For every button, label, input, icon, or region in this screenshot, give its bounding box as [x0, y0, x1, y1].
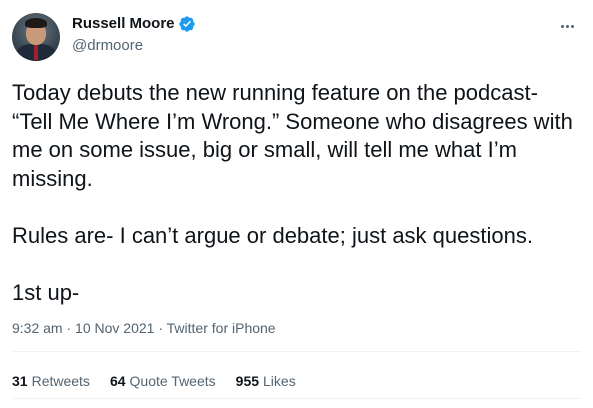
author-handle[interactable]: @drmoore: [72, 36, 143, 56]
likes-label: Likes: [263, 373, 296, 389]
avatar-tie: [34, 44, 38, 60]
more-dot: [560, 24, 564, 28]
more-dot: [565, 24, 569, 28]
likes-stat[interactable]: 955 Likes: [236, 372, 296, 390]
divider: [12, 398, 581, 399]
tweet-source[interactable]: Twitter for iPhone: [167, 320, 276, 336]
likes-count: 955: [235, 373, 260, 389]
divider: [12, 351, 581, 352]
tweet-stats: 31 Retweets 64 Quote Tweets 955 Likes: [12, 372, 316, 390]
more-options-icon[interactable]: [553, 16, 581, 36]
tweet-time[interactable]: 9:32 am: [12, 320, 63, 336]
tweet-date[interactable]: 10 Nov 2021: [75, 320, 154, 336]
tweet-paragraph: Today debuts the new running feature on …: [12, 80, 573, 191]
verified-badge-icon: [178, 15, 196, 33]
quote-tweets-label: Quote Tweets: [129, 373, 216, 389]
retweets-stat[interactable]: 31 Retweets: [12, 372, 90, 390]
author-name-row: Russell Moore: [72, 14, 196, 34]
avatar-hair: [25, 18, 47, 28]
meta-separator: ·: [62, 320, 76, 336]
retweets-count: 31: [12, 373, 28, 389]
tweet-meta: 9:32 am · 10 Nov 2021 · Twitter for iPho…: [12, 319, 276, 337]
more-dot: [570, 24, 574, 28]
meta-separator: ·: [154, 320, 167, 336]
author-display-name[interactable]: Russell Moore: [72, 14, 175, 34]
avatar[interactable]: [12, 13, 60, 61]
tweet-text: Today debuts the new running feature on …: [12, 79, 582, 307]
tweet-paragraph: Rules are- I can’t argue or debate; just…: [12, 222, 533, 248]
quote-tweets-stat[interactable]: 64 Quote Tweets: [110, 372, 216, 390]
retweets-label: Retweets: [31, 373, 90, 389]
tweet-paragraph: 1st up-: [12, 279, 80, 305]
tweet-card: Russell Moore @drmoore Today debuts the …: [0, 0, 593, 408]
quote-tweets-count: 64: [109, 373, 126, 389]
